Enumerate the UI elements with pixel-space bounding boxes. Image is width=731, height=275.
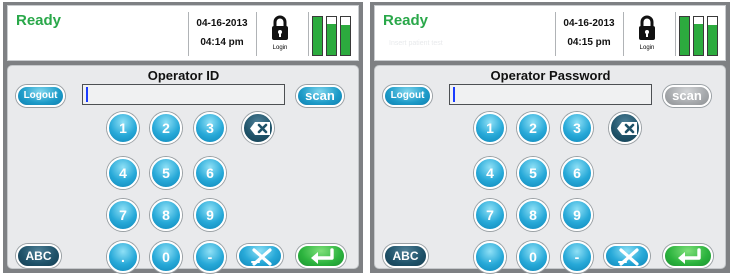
key-4[interactable]: 4	[107, 157, 139, 189]
ready-status: Ready	[383, 12, 429, 29]
battery-bar-fill	[313, 17, 322, 55]
key-1[interactable]: 1	[474, 112, 506, 144]
key-5[interactable]: 5	[150, 157, 182, 189]
key-decimal[interactable]: .	[107, 241, 139, 273]
login-label: Login	[639, 45, 655, 51]
login-label: Login	[272, 45, 288, 51]
date-time: 04-16-2013 04:14 pm	[190, 14, 254, 52]
clear-icon	[251, 248, 272, 266]
divider	[555, 12, 556, 56]
key-0[interactable]: 0	[150, 241, 182, 273]
battery-bar-fill	[708, 25, 717, 55]
key-8[interactable]: 8	[150, 199, 182, 231]
login-lock-button[interactable]: Login	[260, 12, 300, 56]
prompt-title: Operator ID	[147, 68, 220, 83]
key-decimal[interactable]: .	[474, 241, 506, 273]
enter-icon	[678, 248, 701, 264]
battery-bar-3	[340, 16, 351, 56]
operator-id-input[interactable]	[82, 84, 285, 105]
divider	[256, 12, 257, 56]
divider	[675, 12, 676, 56]
key-8[interactable]: 8	[517, 199, 549, 231]
key-6[interactable]: 6	[194, 157, 226, 189]
text-caret	[453, 87, 455, 102]
enter-button[interactable]	[296, 244, 346, 268]
battery-indicator	[312, 10, 352, 56]
keypad-panel: Operator Password Logout scan 1 2 3 4 5 …	[374, 65, 726, 273]
scan-button: scan	[663, 85, 711, 107]
operator-password-input[interactable]	[449, 84, 652, 105]
battery-bar-3	[707, 16, 718, 56]
clear-icon	[618, 248, 639, 266]
key-4[interactable]: 4	[474, 157, 506, 189]
key-9[interactable]: 9	[561, 199, 593, 231]
battery-bar-1	[312, 16, 323, 56]
backspace-icon	[250, 122, 270, 135]
key-dash[interactable]: -	[561, 241, 593, 273]
key-2[interactable]: 2	[517, 112, 549, 144]
key-7[interactable]: 7	[107, 199, 139, 231]
key-5[interactable]: 5	[517, 157, 549, 189]
prompt-title: Operator Password	[490, 68, 611, 83]
battery-bar-fill	[327, 23, 336, 55]
key-6[interactable]: 6	[561, 157, 593, 189]
backspace-icon	[617, 122, 637, 135]
padlock-icon	[272, 15, 288, 40]
key-2[interactable]: 2	[150, 112, 182, 144]
clear-button[interactable]	[604, 244, 650, 268]
battery-bar-fill	[341, 25, 350, 55]
divider	[308, 12, 309, 56]
divider	[623, 12, 624, 56]
key-9[interactable]: 9	[194, 199, 226, 231]
backspace-button[interactable]	[609, 112, 641, 144]
comparison-view: Ready 04-16-2013 04:14 pm Login Operator…	[0, 0, 731, 275]
divider	[188, 12, 189, 56]
logout-button[interactable]: Logout	[383, 85, 432, 107]
battery-bar-1	[679, 16, 690, 56]
login-lock-button[interactable]: Login	[627, 12, 667, 56]
battery-bar-fill	[680, 17, 689, 55]
key-3[interactable]: 3	[194, 112, 226, 144]
ready-status: Ready	[16, 12, 62, 29]
battery-bar-fill	[694, 23, 703, 55]
enter-icon	[311, 248, 334, 264]
abc-button[interactable]: ABC	[383, 244, 428, 268]
text-caret	[86, 87, 88, 102]
key-3[interactable]: 3	[561, 112, 593, 144]
date-time: 04-16-2013 04:15 pm	[557, 14, 621, 52]
abc-button[interactable]: ABC	[16, 244, 61, 268]
date-text: 04-16-2013	[196, 18, 248, 29]
scan-button[interactable]: scan	[296, 85, 344, 107]
status-bar: Ready Insert patient test 04-16-2013 04:…	[374, 5, 726, 61]
device-screen-operator-password: Ready Insert patient test 04-16-2013 04:…	[370, 2, 730, 273]
enter-button[interactable]	[663, 244, 713, 268]
key-7[interactable]: 7	[474, 199, 506, 231]
keypad-panel: Operator ID Logout scan 1 2 3 4 5 6 7 8 …	[7, 65, 359, 273]
key-0[interactable]: 0	[517, 241, 549, 273]
date-text: 04-16-2013	[563, 18, 615, 29]
logout-button[interactable]: Logout	[16, 85, 65, 107]
padlock-icon	[639, 15, 655, 40]
battery-indicator	[679, 10, 719, 56]
device-screen-operator-id: Ready 04-16-2013 04:14 pm Login Operator…	[3, 2, 363, 273]
time-text: 04:14 pm	[200, 37, 244, 48]
status-bar: Ready 04-16-2013 04:14 pm Login	[7, 5, 359, 61]
backspace-button[interactable]	[242, 112, 274, 144]
status-message: Insert patient test	[389, 40, 443, 47]
key-1[interactable]: 1	[107, 112, 139, 144]
time-text: 04:15 pm	[567, 37, 611, 48]
key-dash[interactable]: -	[194, 241, 226, 273]
clear-button[interactable]	[237, 244, 283, 268]
battery-bar-2	[326, 16, 337, 56]
battery-bar-2	[693, 16, 704, 56]
